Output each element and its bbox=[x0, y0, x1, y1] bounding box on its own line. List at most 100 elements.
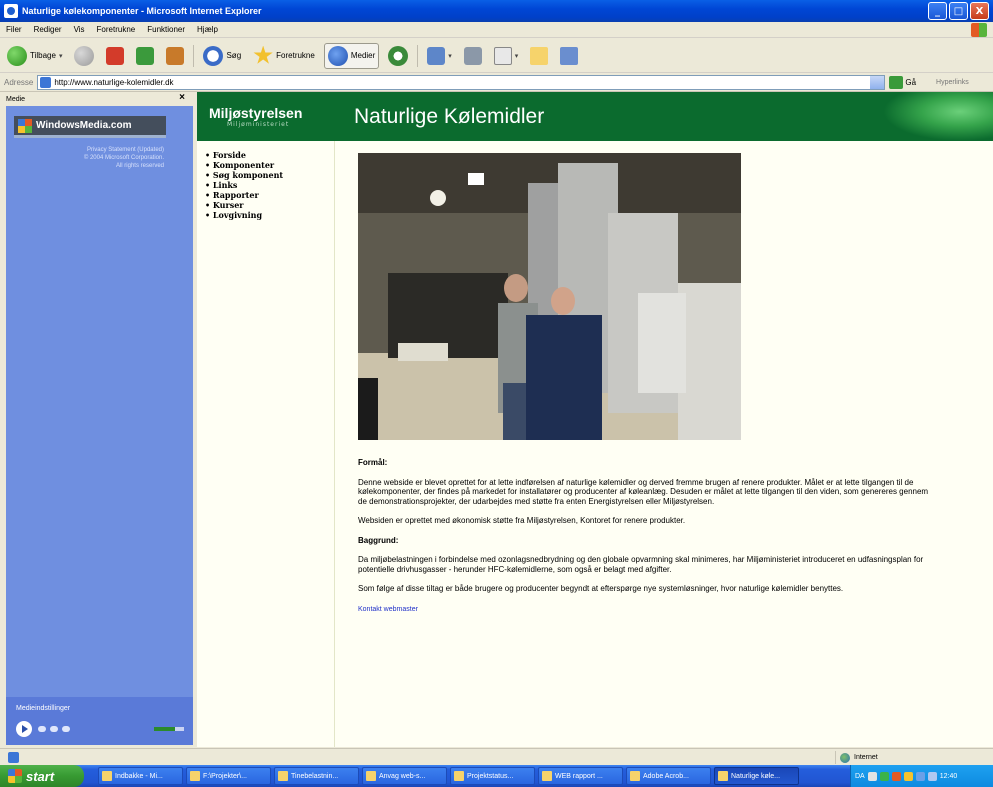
taskbar-item-label: Naturlige køle... bbox=[731, 772, 781, 780]
page-content: Formål: Denne webside er blevet oprettet… bbox=[358, 458, 938, 614]
word-icon bbox=[366, 771, 376, 781]
ie-icon bbox=[718, 771, 728, 781]
language-indicator[interactable]: DA bbox=[855, 773, 865, 780]
rights-line: All rights reserved bbox=[115, 163, 164, 169]
media-options-menu[interactable]: Medieindstillinger bbox=[16, 705, 70, 712]
media-pane-content: WindowsMedia.com Privacy Statement (Upda… bbox=[6, 106, 193, 744]
star-icon bbox=[253, 45, 273, 64]
menu-bar: Filer Rediger Vis Foretrukne Funktioner … bbox=[0, 22, 993, 38]
nav-item-lovgivning[interactable]: Lovgivning bbox=[205, 210, 325, 220]
address-input[interactable]: http://www.naturlige-kolemidler.dk bbox=[37, 75, 886, 90]
messenger-icon bbox=[560, 46, 579, 65]
display-icon[interactable] bbox=[927, 771, 937, 781]
folder-icon bbox=[190, 771, 200, 781]
print-button[interactable] bbox=[461, 43, 485, 69]
contact-webmaster-link[interactable]: Kontakt webmaster bbox=[358, 606, 418, 613]
refresh-icon bbox=[136, 46, 155, 65]
acrobat-icon bbox=[630, 771, 640, 781]
taskbar-item[interactable]: Anvag web-s... bbox=[362, 767, 447, 785]
taskbar: start Indbakke - Mi... F:\Projekter\... … bbox=[0, 765, 993, 787]
menu-view[interactable]: Vis bbox=[74, 25, 85, 34]
chevron-down-icon: ▾ bbox=[58, 52, 63, 60]
forward-button[interactable] bbox=[71, 43, 97, 69]
mail-button[interactable]: ▾ bbox=[424, 43, 455, 69]
history-button[interactable] bbox=[385, 43, 411, 69]
network-icon[interactable] bbox=[867, 771, 877, 781]
formaal-paragraph-2: Websiden er oprettet med økonomisk støtt… bbox=[358, 516, 686, 525]
start-button[interactable]: start bbox=[0, 765, 84, 787]
previous-button[interactable] bbox=[50, 726, 58, 732]
taskbar-item[interactable]: Tinebelastnin... bbox=[274, 767, 359, 785]
menu-help[interactable]: Hjælp bbox=[197, 25, 218, 34]
stop-media-button[interactable] bbox=[38, 726, 46, 732]
media-label: Medier bbox=[350, 51, 376, 60]
page-done-icon bbox=[8, 751, 19, 763]
media-button[interactable]: Medier bbox=[323, 42, 380, 69]
volume-slider[interactable] bbox=[154, 727, 184, 731]
nav-item-soeg-komponent[interactable]: Søg komponent bbox=[205, 170, 325, 180]
copyright-line: © 2004 Microsoft Corporation. bbox=[83, 155, 164, 161]
taskbar-item[interactable]: Indbakke - Mi... bbox=[98, 767, 183, 785]
folder-button[interactable] bbox=[527, 43, 551, 69]
menu-favorites[interactable]: Foretrukne bbox=[97, 25, 136, 34]
taskbar-item-label: Projektstatus... bbox=[467, 772, 514, 780]
back-button[interactable]: Tilbage ▾ bbox=[4, 43, 65, 69]
minimize-button[interactable]: _ bbox=[928, 2, 947, 20]
nav-item-links[interactable]: Links bbox=[205, 180, 325, 190]
toolbar-divider bbox=[193, 44, 195, 67]
volume-icon[interactable] bbox=[915, 771, 925, 781]
antivirus-icon[interactable] bbox=[879, 771, 889, 781]
taskbar-item-label: F:\Projekter\... bbox=[203, 772, 247, 780]
taskbar-item-active[interactable]: Naturlige køle... bbox=[714, 767, 799, 785]
media-pane-close-button[interactable]: × bbox=[179, 92, 185, 103]
home-button[interactable] bbox=[163, 43, 187, 69]
privacy-statement-link[interactable]: Privacy Statement (Updated) bbox=[14, 146, 164, 154]
address-label: Adresse bbox=[4, 78, 34, 87]
favorites-label: Foretrukne bbox=[276, 51, 315, 60]
toolbar: Tilbage ▾ Søg Foretrukne Medier ▾ ▾ bbox=[0, 39, 993, 73]
favorites-button[interactable]: Foretrukne bbox=[250, 43, 318, 69]
windows-flag-icon bbox=[18, 118, 32, 133]
links-toolbar[interactable]: Hyperlinks bbox=[936, 79, 969, 86]
taskbar-item[interactable]: Adobe Acrob... bbox=[626, 767, 711, 785]
home-icon bbox=[166, 46, 185, 65]
close-button[interactable]: X bbox=[970, 2, 989, 20]
go-button[interactable]: Gå bbox=[889, 76, 916, 89]
taskbar-buttons: Indbakke - Mi... F:\Projekter\... Tinebe… bbox=[98, 767, 799, 785]
next-button[interactable] bbox=[62, 726, 70, 732]
outlook-icon bbox=[102, 771, 112, 781]
toolbar-divider bbox=[417, 44, 419, 67]
site-logo[interactable]: Miljøstyrelsen Miljøministeriet bbox=[197, 92, 334, 141]
nav-item-komponenter[interactable]: Komponenter bbox=[205, 160, 325, 170]
address-dropdown[interactable] bbox=[870, 76, 885, 89]
nav-item-kurser[interactable]: Kurser bbox=[205, 200, 325, 210]
history-icon bbox=[388, 45, 409, 66]
play-button[interactable] bbox=[16, 721, 32, 737]
baggrund-paragraph-2: Som følge af disse tiltag er både bruger… bbox=[358, 584, 844, 593]
address-url: http://www.naturlige-kolemidler.dk bbox=[54, 78, 174, 87]
messenger-tray-icon[interactable] bbox=[903, 771, 913, 781]
nav-item-forside[interactable]: Forside bbox=[205, 150, 325, 160]
menu-edit[interactable]: Rediger bbox=[34, 25, 62, 34]
menu-tools[interactable]: Funktioner bbox=[147, 25, 185, 34]
go-arrow-icon bbox=[889, 76, 904, 89]
nav-item-rapporter[interactable]: Rapporter bbox=[205, 190, 325, 200]
search-button[interactable]: Søg bbox=[200, 43, 244, 69]
messenger-button[interactable] bbox=[557, 43, 581, 69]
windowsmedia-logo[interactable]: WindowsMedia.com bbox=[14, 116, 166, 138]
word-icon bbox=[454, 771, 464, 781]
ie-icon bbox=[4, 4, 18, 18]
maximize-button[interactable]: □ bbox=[949, 2, 968, 20]
edit-button[interactable]: ▾ bbox=[491, 43, 522, 69]
security-icon[interactable] bbox=[891, 771, 901, 781]
stop-button[interactable] bbox=[103, 43, 127, 69]
taskbar-item[interactable]: WEB rapport ... bbox=[538, 767, 623, 785]
web-page: Miljøstyrelsen Miljøministeriet Naturlig… bbox=[197, 92, 993, 747]
taskbar-item-label: Tinebelastnin... bbox=[291, 772, 339, 780]
refresh-button[interactable] bbox=[133, 43, 157, 69]
menu-file[interactable]: Filer bbox=[6, 25, 22, 34]
formaal-paragraph-1: Denne webside er blevet oprettet for at … bbox=[358, 477, 929, 506]
taskbar-item[interactable]: Projektstatus... bbox=[450, 767, 535, 785]
printer-icon bbox=[463, 46, 482, 65]
taskbar-item[interactable]: F:\Projekter\... bbox=[186, 767, 271, 785]
